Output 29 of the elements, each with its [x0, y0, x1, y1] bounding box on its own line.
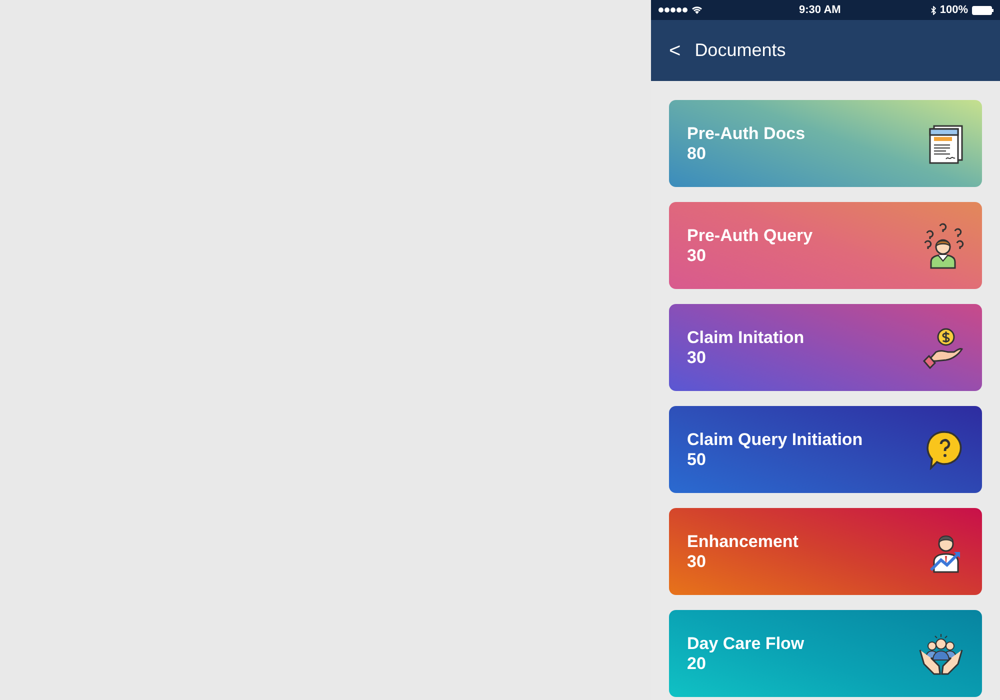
document-category-card[interactable]: Pre-Auth Query 30: [669, 202, 982, 289]
coin-in-hand-icon: [922, 326, 964, 368]
people-in-hands-icon: [918, 632, 964, 676]
card-title: Day Care Flow: [687, 634, 804, 654]
battery-icon: [972, 6, 994, 14]
card-count: 30: [687, 552, 707, 572]
document-category-card[interactable]: Claim Query Initiation 50: [669, 406, 982, 493]
battery-percent: 100%: [940, 2, 968, 18]
card-count: 30: [687, 246, 707, 266]
card-title: Enhancement: [687, 532, 798, 552]
question-bubble-icon: [926, 430, 964, 470]
status-time: 9:30 AM: [799, 2, 841, 18]
bluetooth-icon: [930, 6, 936, 14]
card-title: Claim Query Initiation: [687, 430, 863, 450]
card-count: 20: [687, 654, 707, 674]
back-button[interactable]: <: [669, 40, 681, 60]
card-title: Claim Initation: [687, 328, 804, 348]
card-count: 50: [687, 450, 707, 470]
screen-title: Documents: [694, 39, 786, 62]
document-category-card[interactable]: Enhancement 30: [669, 508, 982, 595]
confused-person-icon: [922, 222, 964, 268]
document-stack-icon: [928, 124, 964, 164]
card-title: Pre-Auth Query: [687, 226, 813, 246]
document-category-card[interactable]: Day Care Flow 20: [669, 610, 982, 697]
card-count: 30: [687, 348, 707, 368]
card-title: Pre-Auth Docs: [687, 124, 806, 144]
document-category-card[interactable]: Claim Initation 30: [669, 304, 982, 391]
document-category-card[interactable]: Pre-Auth Docs 80: [669, 100, 982, 187]
card-count: 80: [687, 144, 707, 164]
